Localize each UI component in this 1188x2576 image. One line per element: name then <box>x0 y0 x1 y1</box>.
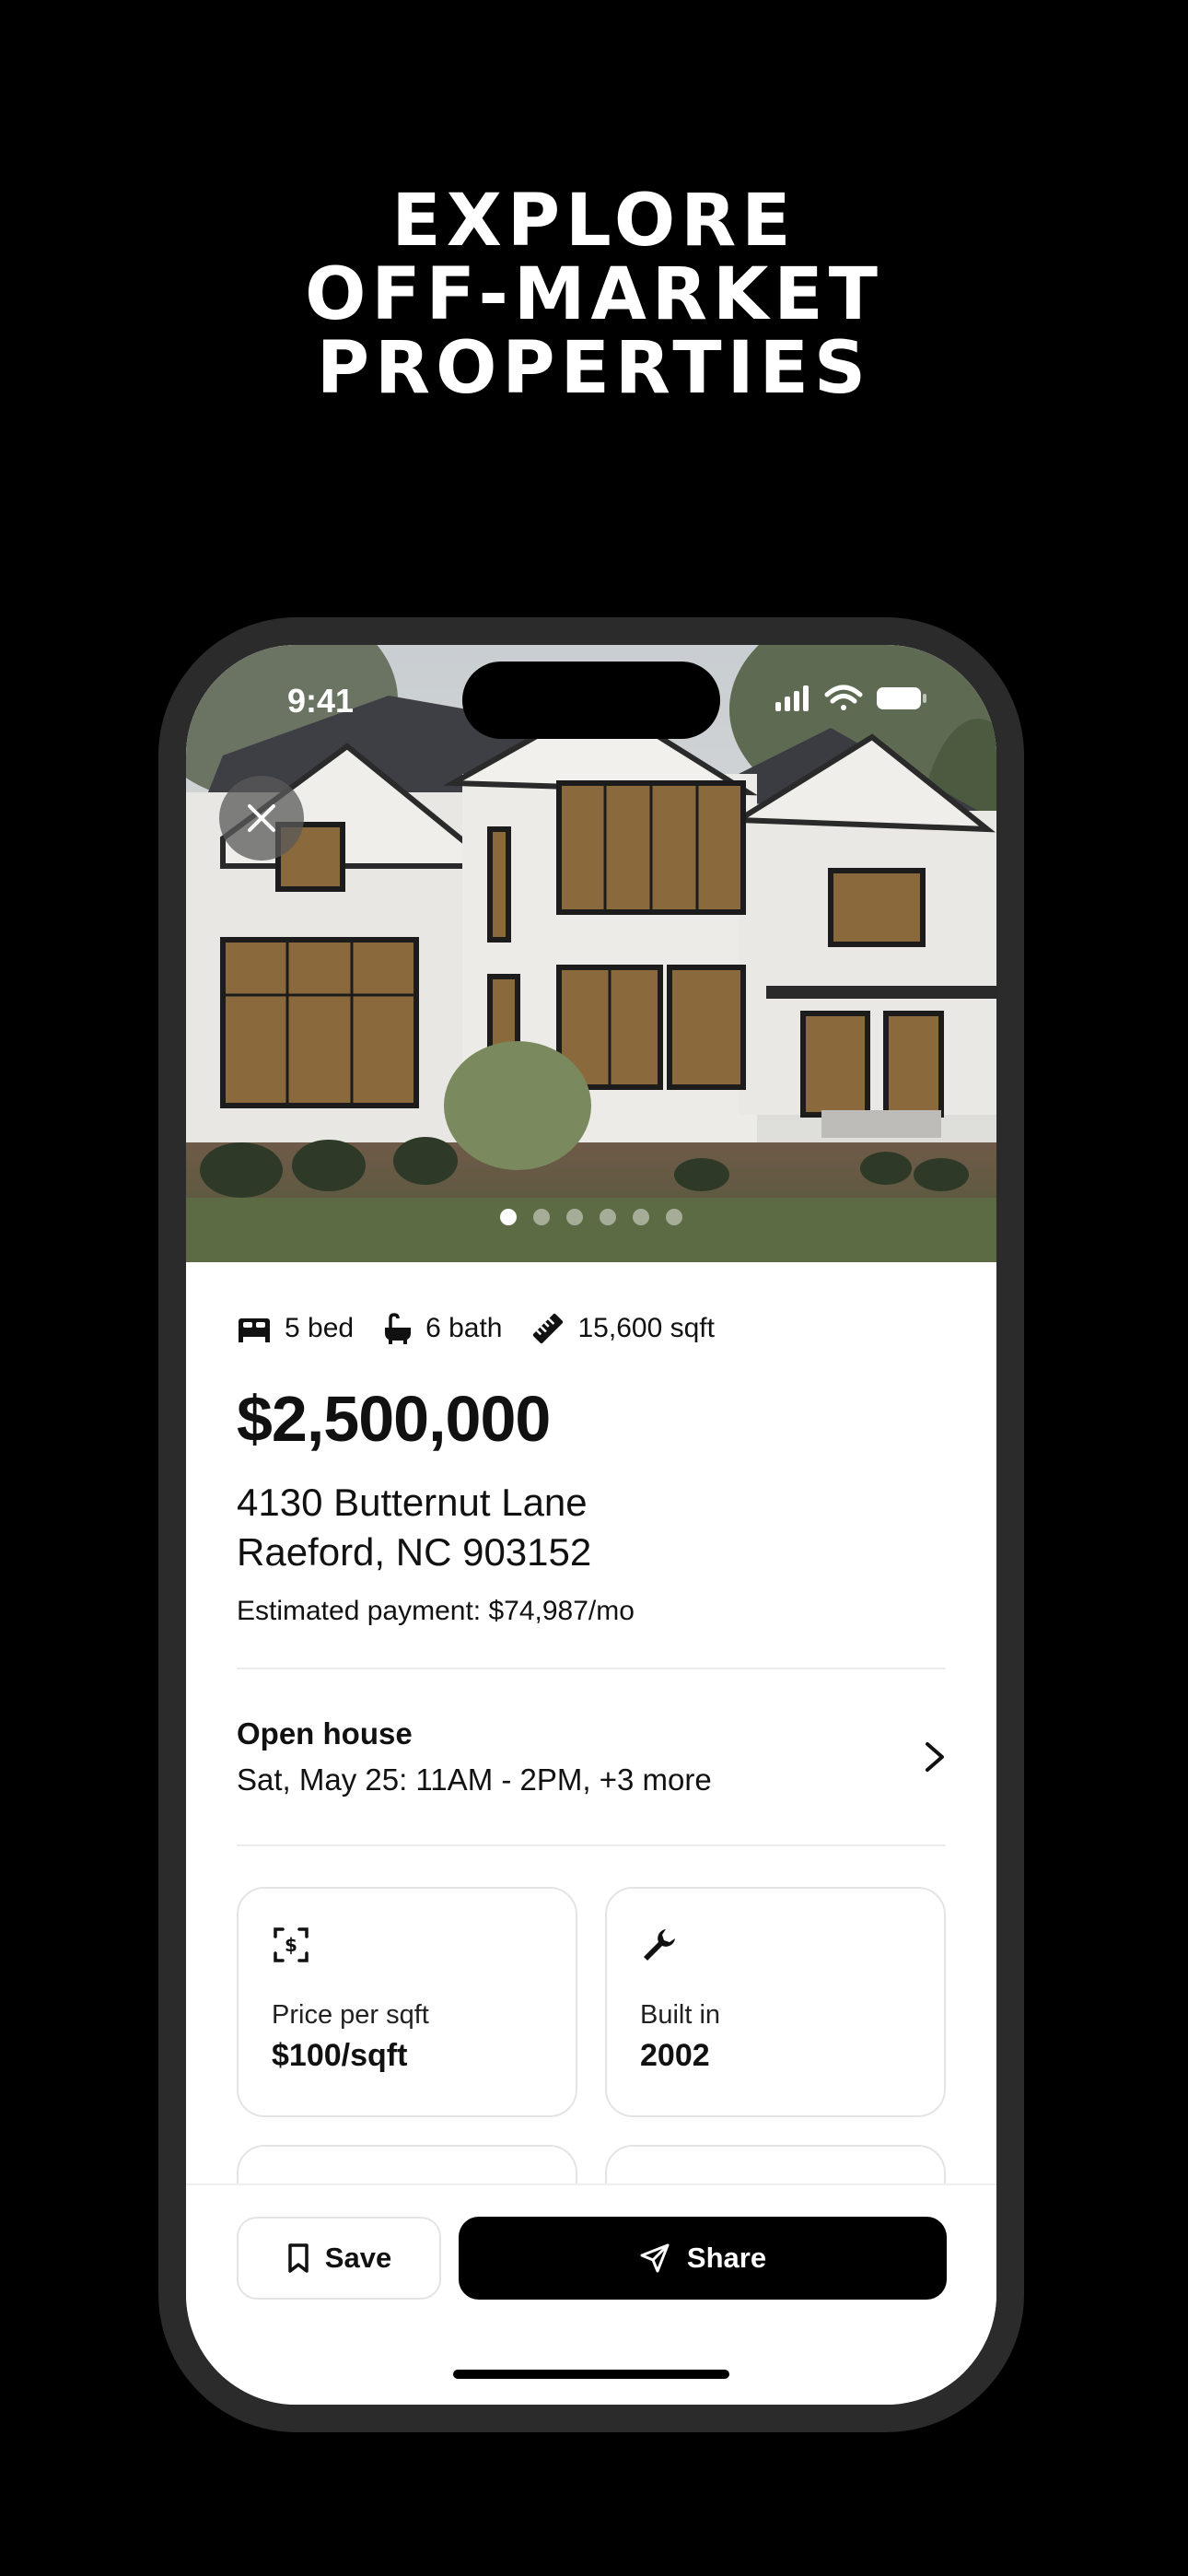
pagination-dot-active[interactable] <box>500 1209 517 1225</box>
spec-sqft: 15,600 sqft <box>530 1311 715 1346</box>
close-button[interactable] <box>219 776 304 861</box>
fact-card-built-in[interactable]: Built in 2002 <box>605 1887 946 2117</box>
property-specs: 5 bed 6 bath 15,600 sqft <box>237 1308 946 1349</box>
estimated-payment: Estimated payment: $74,987/mo <box>237 1596 635 1626</box>
pagination-dot[interactable] <box>633 1209 649 1225</box>
dynamic-island <box>462 662 720 739</box>
ruler-icon <box>532 1313 563 1344</box>
headline-line-3: PROPERTIES <box>316 327 872 410</box>
share-button[interactable]: Share <box>459 2217 947 2300</box>
fact-label: Price per sqft <box>272 2000 429 2030</box>
beds-label: 5 bed <box>285 1313 355 1343</box>
home-indicator[interactable] <box>453 2370 729 2379</box>
baths-label: 6 bath <box>425 1313 503 1343</box>
share-button-label: Share <box>686 2242 767 2274</box>
fact-card-price-per-sqft[interactable]: $ Price per sqft $100/sqft <box>237 1887 577 2117</box>
send-icon <box>640 2243 670 2273</box>
open-house-text: Open house Sat, May 25: 11AM - 2PM, +3 m… <box>237 1716 712 1797</box>
open-house-title: Open house <box>237 1716 413 1751</box>
chevron-right-icon[interactable] <box>924 1740 946 1774</box>
save-button-label: Save <box>324 2242 392 2274</box>
listing-price: $2,500,000 <box>237 1383 551 1455</box>
price-tag-icon: $ <box>274 1927 309 1962</box>
pagination-dot[interactable] <box>600 1209 616 1225</box>
address-line-2: Raeford, NC 903152 <box>237 1530 592 1574</box>
battery-icon <box>877 687 926 709</box>
phone-screen: 9:41 5 bed 6 bath 15,600 sqft $2,500,000… <box>186 645 996 2405</box>
close-icon <box>248 804 275 832</box>
listing-address: 4130 Butternut Lane Raeford, NC 903152 <box>237 1478 946 1577</box>
action-bar: Save Share <box>186 2184 996 2405</box>
divider <box>237 1844 946 1846</box>
headline-line-1: EXPLORE <box>391 180 797 263</box>
headline-line-2: OFF-MARKET <box>305 253 883 336</box>
signal-icon <box>775 685 809 711</box>
spec-baths: 6 bath <box>381 1313 503 1344</box>
phone-frame: 9:41 5 bed 6 bath 15,600 sqft $2,500,000… <box>158 617 1024 2432</box>
status-bar-time: 9:41 <box>287 682 355 720</box>
svg-text:$: $ <box>285 1934 297 1956</box>
pagination-dot[interactable] <box>666 1209 682 1225</box>
marketing-headline: EXPLORE OFF-MARKET PROPERTIES <box>0 184 1188 405</box>
fact-value: 2002 <box>640 2038 710 2073</box>
open-house-row[interactable]: Open house Sat, May 25: 11AM - 2PM, +3 m… <box>237 1669 946 1844</box>
listing-details: 5 bed 6 bath 15,600 sqft $2,500,000 4130… <box>237 1308 946 2255</box>
spec-beds: 5 bed <box>237 1313 354 1344</box>
sqft-label: 15,600 sqft <box>577 1313 715 1343</box>
fact-label: Built in <box>640 2000 721 2030</box>
photo-pagination[interactable] <box>186 1209 996 1225</box>
bathtub-icon <box>385 1313 412 1344</box>
pagination-dot[interactable] <box>566 1209 583 1225</box>
open-house-schedule: Sat, May 25: 11AM - 2PM, +3 more <box>237 1762 712 1797</box>
bookmark-icon <box>288 2243 309 2273</box>
bed-icon <box>239 1318 270 1342</box>
wifi-icon <box>824 685 863 710</box>
address-line-1: 4130 Butternut Lane <box>237 1481 588 1524</box>
status-bar-icons <box>775 682 932 719</box>
save-button[interactable]: Save <box>237 2217 441 2300</box>
wrench-icon <box>644 1929 675 1961</box>
pagination-dot[interactable] <box>533 1209 550 1225</box>
fact-value: $100/sqft <box>272 2038 408 2073</box>
